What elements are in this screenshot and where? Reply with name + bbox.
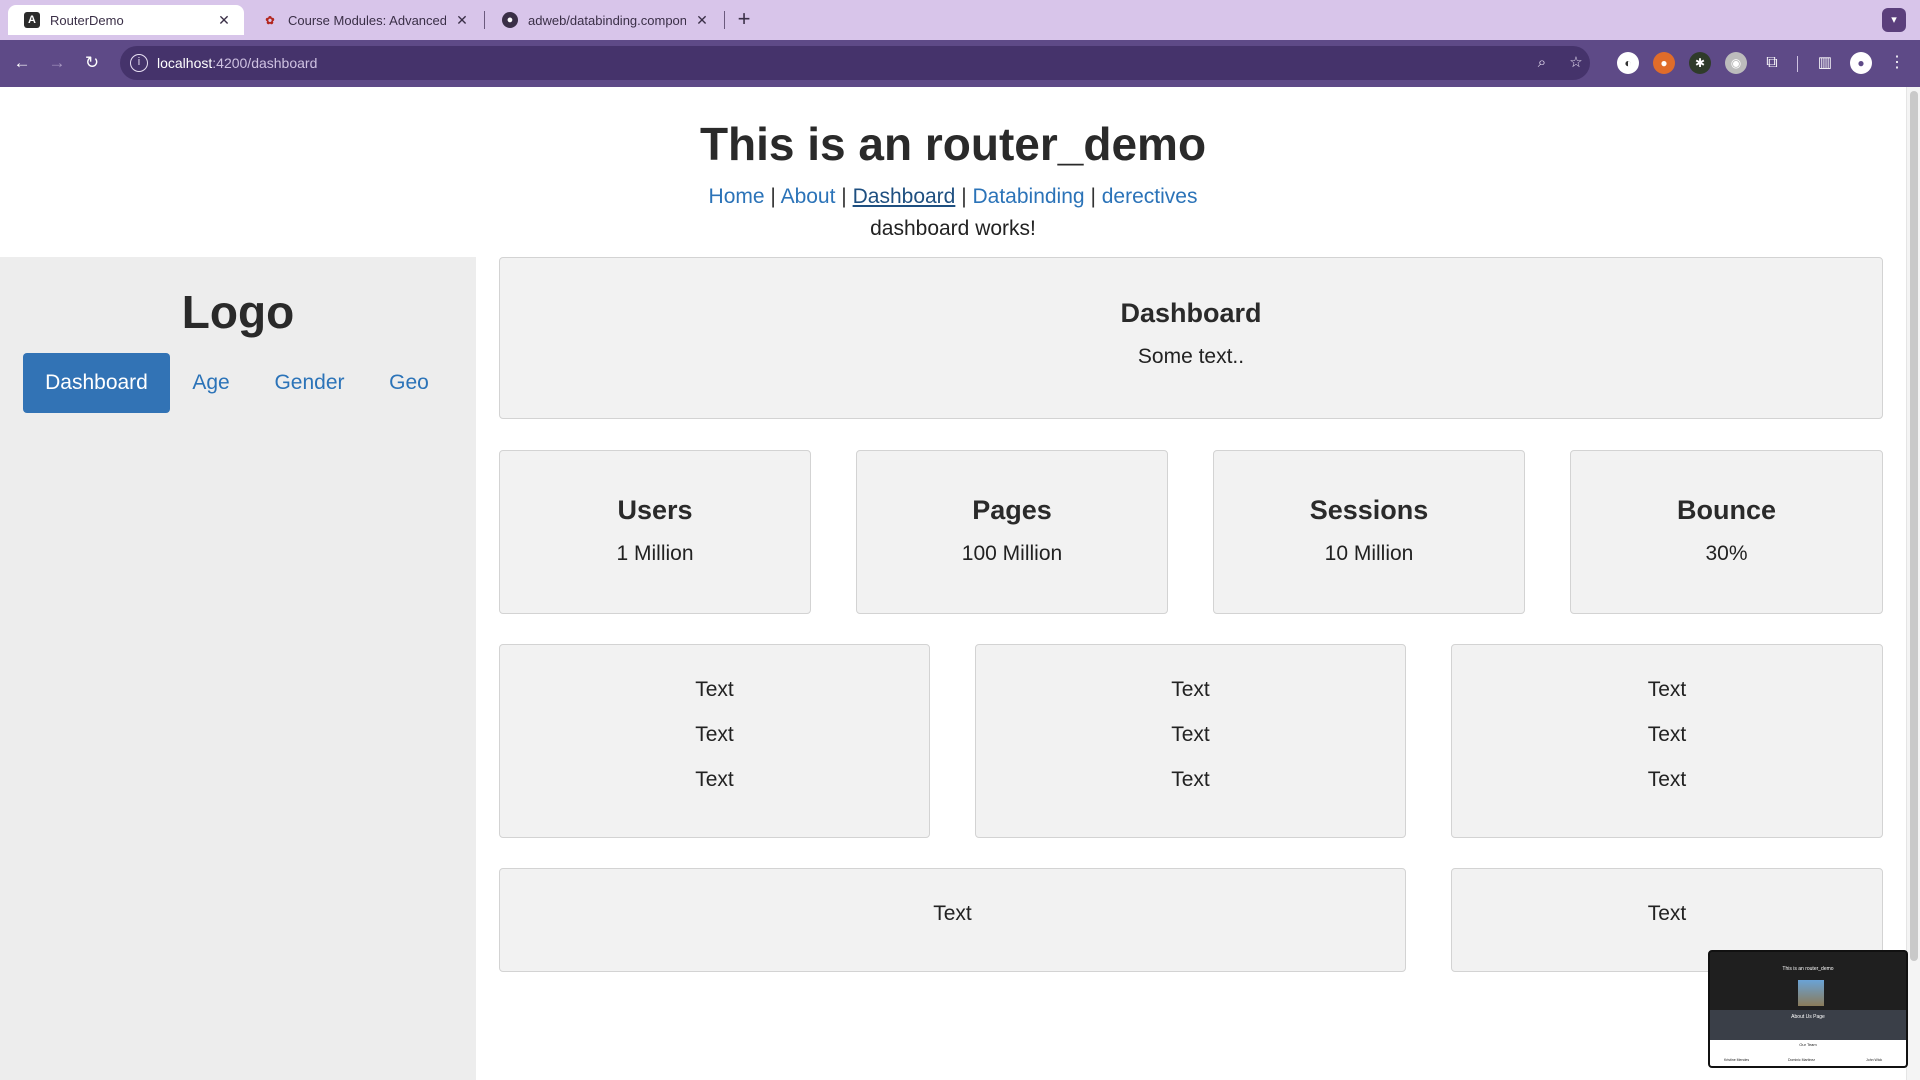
site-info-icon[interactable]: i <box>130 54 148 72</box>
preview-section-title: About Us Page <box>1791 1014 1825 1020</box>
text-line: Text <box>695 723 734 746</box>
page-viewport: This is an router_demo Home | About | Da… <box>0 87 1906 1080</box>
text-card: Text Text Text <box>499 644 930 838</box>
preview-image <box>1798 980 1824 1006</box>
github-icon: ● <box>502 12 518 28</box>
nav-link-derectives[interactable]: derectives <box>1102 185 1198 208</box>
extension-camera-icon[interactable]: ◉ <box>1725 52 1747 74</box>
extension-circle-icon[interactable]: ◐ <box>1617 52 1639 74</box>
text-line: Text <box>1647 768 1687 791</box>
tab-title: Course Modules: Advanced D <box>288 12 446 28</box>
stat-value: 10 Million <box>1324 542 1414 565</box>
text-line: Text <box>1647 723 1687 746</box>
course-icon: ✿ <box>265 14 275 27</box>
address-bar[interactable]: i localhost:4200/dashboard ⌕ ☆ <box>120 46 1590 80</box>
preview-member: Dominic Martinez <box>1788 1058 1816 1062</box>
url-host: localhost <box>157 55 213 71</box>
browser-toolbar: ← → ↻ i localhost:4200/dashboard ⌕ ☆ ◐ ●… <box>0 40 1920 87</box>
text-card: Text Text Text <box>1451 644 1883 838</box>
preview-title: This is an router_demo <box>1782 966 1834 972</box>
profile-avatar-icon[interactable]: ● <box>1850 52 1872 74</box>
extension-spider-icon[interactable]: ✱ <box>1689 52 1711 74</box>
preview-member: Kristine Mendes <box>1724 1058 1750 1062</box>
page-title: This is an router_demo <box>699 118 1207 170</box>
stat-value: 100 Million <box>961 542 1063 565</box>
nav-link-dashboard[interactable]: Dashboard <box>853 185 956 208</box>
nav-link-databinding[interactable]: Databinding <box>973 185 1085 208</box>
nav-separator: | <box>841 185 847 208</box>
text-line: Text <box>1171 678 1210 701</box>
stat-card-pages: Pages 100 Million <box>856 450 1168 614</box>
tab-github-databinding[interactable]: ● adweb/databinding.compone ✕ <box>486 5 722 35</box>
browser-tab-strip: A RouterDemo ✕ ✿ Course Modules: Advance… <box>0 0 1920 40</box>
tab-title: adweb/databinding.compone <box>528 12 686 28</box>
nav-link-about[interactable]: About <box>781 185 836 208</box>
sidebar-item-geo[interactable]: Geo <box>375 353 443 413</box>
dashboard-subtitle: Some text.. <box>1137 345 1245 368</box>
component-status-text: dashboard works! <box>870 217 1036 240</box>
tab-course-modules[interactable]: ✿ Course Modules: Advanced D ✕ <box>246 5 482 35</box>
tab-separator <box>724 11 725 29</box>
dashboard-header-card: Dashboard Some text.. <box>499 257 1883 419</box>
text-card-lines: Text Text Text <box>976 667 1405 802</box>
tab-title: RouterDemo <box>50 12 124 28</box>
page-scrollbar[interactable] <box>1906 87 1920 1080</box>
stat-value: 1 Million <box>616 542 694 565</box>
text-line: Text <box>695 768 734 791</box>
sidebar-item-age[interactable]: Age <box>176 353 246 413</box>
new-tab-button[interactable]: + <box>730 6 758 34</box>
angular-icon: A <box>24 12 40 28</box>
toolbar-divider <box>1797 56 1798 72</box>
side-panel-icon[interactable]: ▥ <box>1814 52 1836 74</box>
url-path: :4200/dashboard <box>212 55 318 71</box>
text-card-lines: Text Text Text <box>500 667 929 802</box>
bookmark-star-icon[interactable]: ☆ <box>1566 53 1586 73</box>
reload-icon[interactable]: ↻ <box>80 51 104 75</box>
sidebar: Logo Dashboard Age Gender Geo <box>0 257 476 1080</box>
close-tab-icon[interactable]: ✕ <box>454 12 470 29</box>
sidebar-item-dashboard[interactable]: Dashboard <box>23 353 170 413</box>
text-card-lines: Text Text Text <box>1452 667 1882 802</box>
text-line: Text <box>1171 723 1210 746</box>
stat-label: Users <box>617 495 693 525</box>
text-line: Text <box>1171 768 1210 791</box>
text-line: Text <box>1647 678 1687 701</box>
stat-value: 30% <box>1705 542 1748 565</box>
tab-routerdemo[interactable]: A RouterDemo ✕ <box>8 5 244 35</box>
tab-separator <box>484 11 485 29</box>
stat-label: Sessions <box>1309 495 1429 525</box>
stat-card-users: Users 1 Million <box>499 450 811 614</box>
close-tab-icon[interactable]: ✕ <box>694 12 710 29</box>
text-card: Text Text Text <box>975 644 1406 838</box>
nav-separator: | <box>961 185 967 208</box>
extensions-puzzle-icon[interactable]: ⧉ <box>1761 52 1783 74</box>
stat-label: Pages <box>972 495 1052 525</box>
stat-label: Bounce <box>1676 495 1776 525</box>
stat-card-bounce: Bounce 30% <box>1570 450 1883 614</box>
top-navigation: Home | About | Dashboard | Databinding |… <box>0 185 1906 209</box>
nav-link-home[interactable]: Home <box>709 185 765 208</box>
text-line: Text <box>1647 902 1687 925</box>
preview-team-heading: Our Team <box>1799 1042 1817 1047</box>
nav-separator: | <box>770 185 776 208</box>
nav-separator: | <box>1090 185 1096 208</box>
browser-menu-icon[interactable]: ⋮ <box>1886 52 1908 74</box>
scrollbar-thumb[interactable] <box>1910 91 1918 961</box>
logo: Logo <box>181 286 295 338</box>
back-arrow-icon[interactable]: ← <box>10 51 34 75</box>
close-tab-icon[interactable]: ✕ <box>216 12 232 29</box>
zoom-icon[interactable]: ⌕ <box>1532 53 1552 73</box>
url-text[interactable]: localhost:4200/dashboard <box>157 55 317 71</box>
stat-card-sessions: Sessions 10 Million <box>1213 450 1525 614</box>
tab-search-chevron-icon[interactable]: ▾ <box>1882 8 1906 32</box>
text-line: Text <box>933 902 972 925</box>
sidebar-item-gender[interactable]: Gender <box>262 353 357 413</box>
preview-member: John Wick <box>1866 1058 1883 1062</box>
page-preview-thumbnail[interactable]: This is an router_demo About Us Page Our… <box>1708 950 1908 1068</box>
extension-fox-icon[interactable]: ● <box>1653 52 1675 74</box>
dashboard-heading: Dashboard <box>1120 298 1262 328</box>
wide-text-card: Text <box>499 868 1406 972</box>
forward-arrow-icon[interactable]: → <box>45 51 69 75</box>
text-line: Text <box>695 678 734 701</box>
